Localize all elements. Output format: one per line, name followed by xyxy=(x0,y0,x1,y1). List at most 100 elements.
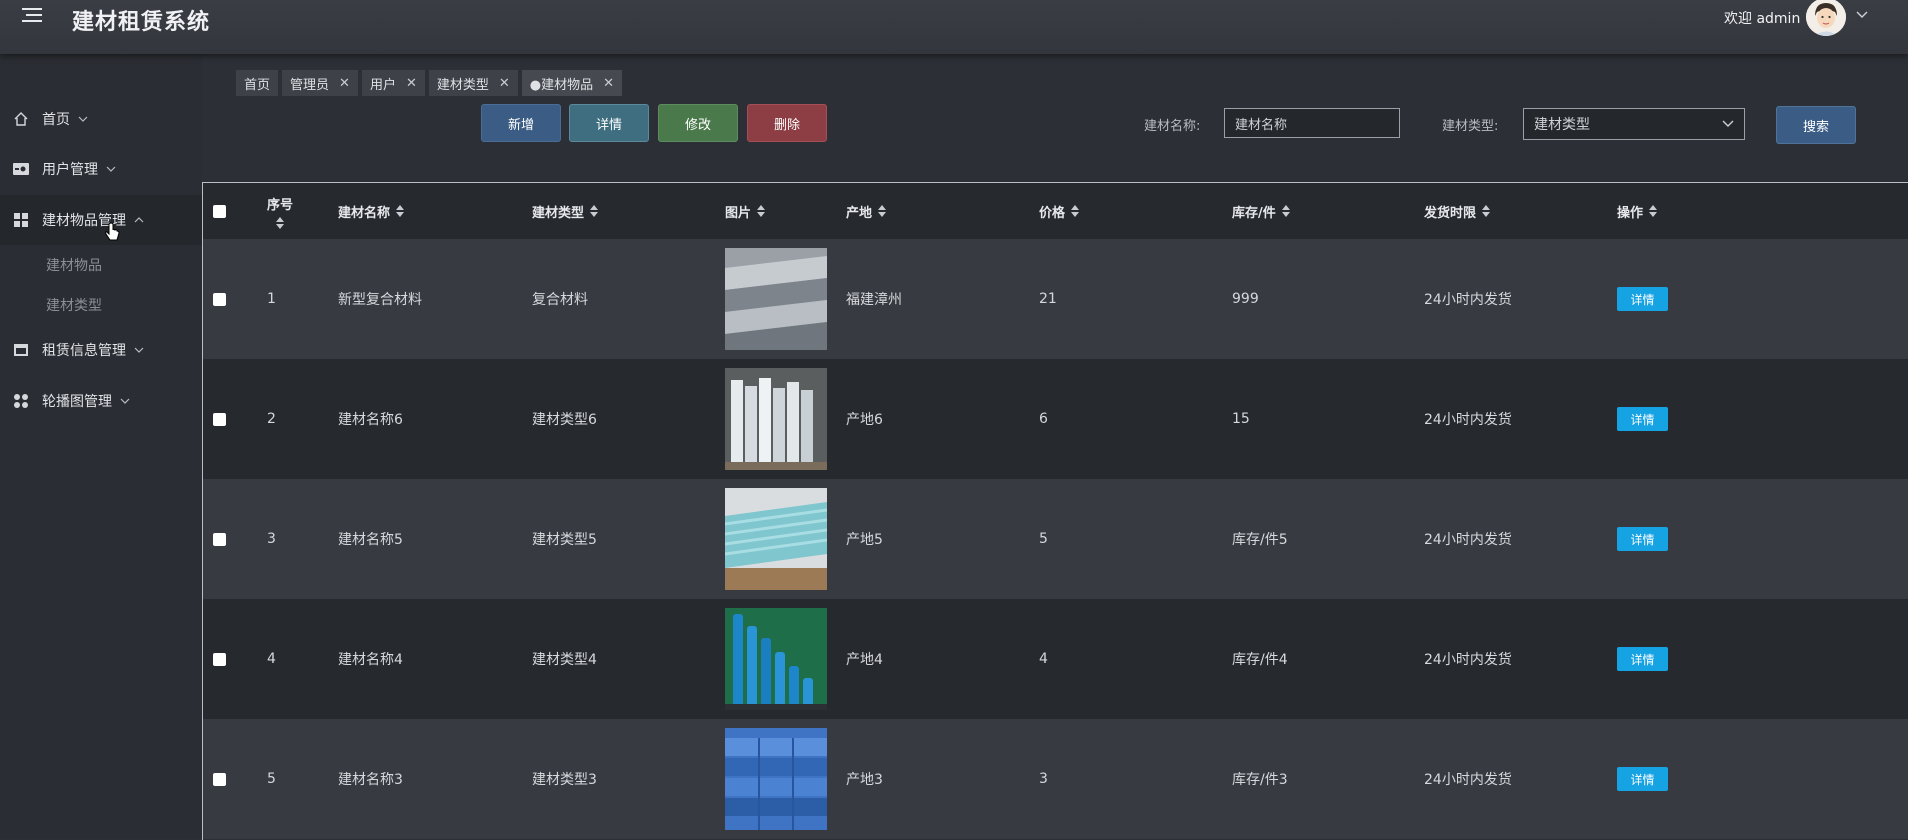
tab-label: 建材类型 xyxy=(436,77,489,93)
sidebar-subitem-materials[interactable]: 建材物品 xyxy=(46,255,102,275)
chevron-up-icon xyxy=(134,215,144,226)
select-all-checkbox[interactable] xyxy=(213,183,226,239)
row-checkbox[interactable] xyxy=(213,239,226,359)
cell-actions: 详情 xyxy=(1617,479,1668,599)
chevron-down-icon[interactable] xyxy=(1856,8,1868,22)
sidebar: 首页 用户管理 建材物品管理 建材物品 建材类型 租赁信息管理 轮播图管理 xyxy=(0,54,202,839)
col-type[interactable]: 建材类型 xyxy=(532,183,599,239)
table-row[interactable]: 4 建材名称4 建材类型4 产地4 4 库存/件4 24小时内发货 详情 xyxy=(203,599,1908,719)
delete-button[interactable]: 删除 xyxy=(747,104,827,142)
cell-delivery: 24小时内发货 xyxy=(1424,412,1512,428)
table-row[interactable]: 1 新型复合材料 复合材料 福建漳州 21 999 24小时内发货 详情 xyxy=(203,239,1908,359)
row-detail-button[interactable]: 详情 xyxy=(1617,647,1668,671)
product-thumbnail[interactable] xyxy=(725,608,827,710)
top-header: 建材租赁系统 欢迎 admin xyxy=(0,0,1908,54)
col-delivery[interactable]: 发货时限 xyxy=(1424,183,1491,239)
close-icon[interactable]: ✕ xyxy=(406,76,417,91)
sort-icon[interactable] xyxy=(1482,205,1491,217)
close-icon[interactable]: ✕ xyxy=(499,76,510,91)
search-button[interactable]: 搜索 xyxy=(1776,106,1856,144)
sort-icon[interactable] xyxy=(1281,205,1290,217)
sort-icon[interactable] xyxy=(396,205,405,217)
cell-origin: 产地6 xyxy=(846,412,883,428)
name-search-label: 建材名称: xyxy=(1144,119,1201,134)
col-price[interactable]: 价格 xyxy=(1039,183,1080,239)
product-thumbnail[interactable] xyxy=(725,728,827,830)
sidebar-item-carousel[interactable]: 轮播图管理 xyxy=(0,376,202,426)
cell-name: 建材名称4 xyxy=(338,652,403,668)
col-actions[interactable]: 操作 xyxy=(1617,183,1658,239)
row-checkbox[interactable] xyxy=(213,719,226,839)
tab-materials[interactable]: ●建材物品 ✕ xyxy=(521,70,623,96)
sort-icon[interactable] xyxy=(1071,205,1080,217)
col-stock[interactable]: 库存/件 xyxy=(1232,183,1290,239)
table-row[interactable]: 2 建材名称6 建材类型6 产地6 6 15 24小时内发货 详情 xyxy=(203,359,1908,479)
sidebar-item-materials[interactable]: 建材物品管理 xyxy=(0,195,202,245)
sidebar-item-label: 首页 xyxy=(42,112,70,128)
col-label: 图片 xyxy=(725,205,752,221)
chevron-down-icon xyxy=(120,396,130,407)
row-checkbox[interactable] xyxy=(213,479,226,599)
row-detail-button[interactable]: 详情 xyxy=(1617,407,1668,431)
tab-material-types[interactable]: 建材类型 ✕ xyxy=(428,70,518,96)
menu-toggle-icon[interactable] xyxy=(22,8,42,22)
tab-users[interactable]: 用户 ✕ xyxy=(361,70,425,96)
sidebar-item-home[interactable]: 首页 xyxy=(0,94,202,144)
product-thumbnail[interactable] xyxy=(725,368,827,470)
sidebar-item-rentals[interactable]: 租赁信息管理 xyxy=(0,325,202,375)
table-row[interactable]: 5 建材名称3 建材类型3 产地3 3 库存/件3 24小时内发货 详情 xyxy=(203,719,1908,839)
cell-no: 4 xyxy=(267,651,276,667)
chevron-down-icon xyxy=(134,345,144,356)
user-avatar[interactable] xyxy=(1806,0,1846,36)
row-detail-button[interactable]: 详情 xyxy=(1617,287,1668,311)
tab-admins[interactable]: 管理员 ✕ xyxy=(282,70,358,96)
sort-icon[interactable] xyxy=(590,205,599,217)
cell-price: 6 xyxy=(1039,411,1048,427)
window-icon xyxy=(12,341,30,359)
type-select[interactable]: 建材类型 xyxy=(1523,108,1745,140)
tab-label: ●建材物品 xyxy=(529,77,594,93)
row-detail-button[interactable]: 详情 xyxy=(1617,767,1668,791)
name-search-input[interactable]: 建材名称 xyxy=(1224,108,1400,138)
sidebar-subitem-material-types[interactable]: 建材类型 xyxy=(46,295,102,315)
close-icon[interactable]: ✕ xyxy=(339,76,350,91)
col-label: 产地 xyxy=(846,205,873,221)
cell-image xyxy=(725,719,827,839)
edit-button[interactable]: 修改 xyxy=(658,104,738,142)
col-label: 建材名称 xyxy=(338,205,391,221)
cell-type: 建材类型5 xyxy=(532,532,597,548)
sort-icon[interactable] xyxy=(1649,205,1658,217)
add-button[interactable]: 新增 xyxy=(481,104,561,142)
type-select-value: 建材类型 xyxy=(1534,117,1590,133)
cell-name: 建材名称5 xyxy=(338,532,403,548)
table-row[interactable]: 3 建材名称5 建材类型5 产地5 5 库存/件5 24小时内发货 详情 xyxy=(203,479,1908,599)
sidebar-item-users[interactable]: 用户管理 xyxy=(0,144,202,194)
col-no[interactable]: 序号 xyxy=(267,183,293,239)
chevron-down-icon xyxy=(106,164,116,175)
cell-stock: 库存/件3 xyxy=(1232,772,1288,788)
cell-name: 建材名称6 xyxy=(338,412,403,428)
cell-price: 5 xyxy=(1039,531,1048,547)
tab-label: 首页 xyxy=(244,77,271,93)
tab-label: 用户 xyxy=(369,77,396,93)
sort-icon[interactable] xyxy=(757,205,766,217)
row-checkbox[interactable] xyxy=(213,359,226,479)
user-card-icon xyxy=(12,160,30,178)
close-icon[interactable]: ✕ xyxy=(603,76,614,91)
cell-delivery: 24小时内发货 xyxy=(1424,532,1512,548)
row-checkbox[interactable] xyxy=(213,599,226,719)
tab-home[interactable]: 首页 xyxy=(236,70,279,96)
col-origin[interactable]: 产地 xyxy=(846,183,887,239)
row-detail-button[interactable]: 详情 xyxy=(1617,527,1668,551)
col-image[interactable]: 图片 xyxy=(725,183,766,239)
detail-button[interactable]: 详情 xyxy=(569,104,649,142)
sort-icon[interactable] xyxy=(878,205,887,217)
cell-origin: 产地3 xyxy=(846,772,883,788)
col-name[interactable]: 建材名称 xyxy=(338,183,405,239)
sort-icon[interactable] xyxy=(276,216,284,229)
cell-name: 新型复合材料 xyxy=(338,292,422,308)
product-thumbnail[interactable] xyxy=(725,488,827,590)
product-thumbnail[interactable] xyxy=(725,248,827,350)
col-label: 序号 xyxy=(267,197,294,213)
cell-delivery: 24小时内发货 xyxy=(1424,292,1512,308)
